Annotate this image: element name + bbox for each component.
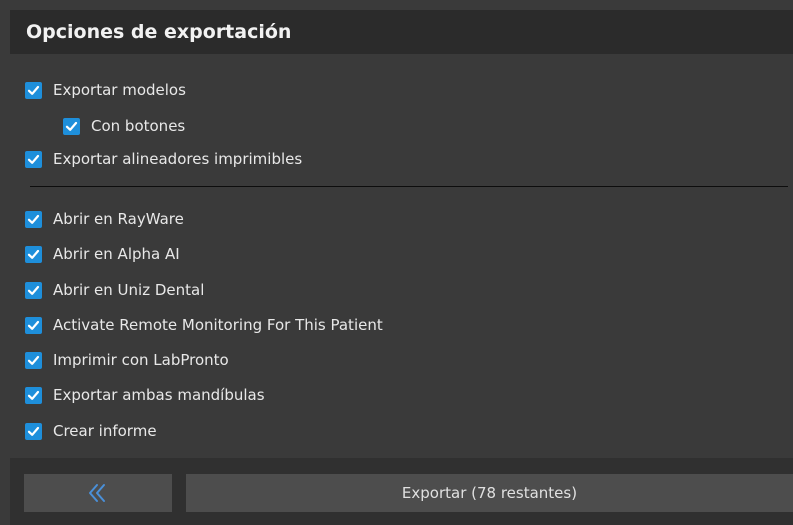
double-chevron-left-icon <box>87 482 109 504</box>
option-label: Exportar modelos <box>53 81 186 99</box>
panel-title: Opciones de exportación <box>26 21 292 43</box>
option-open-alpha-ai[interactable]: Abrir en Alpha AI <box>25 243 180 265</box>
option-label: Abrir en Uniz Dental <box>53 281 205 299</box>
option-label: Imprimir con LabPronto <box>53 351 229 369</box>
option-activate-remote-monitoring[interactable]: Activate Remote Monitoring For This Pati… <box>25 314 383 336</box>
export-button[interactable]: Exportar (78 restantes) <box>186 474 793 512</box>
checkbox-checked-icon[interactable] <box>63 117 80 135</box>
panel-header: Opciones de exportación <box>10 10 793 54</box>
option-with-buttons[interactable]: Con botones <box>63 115 185 137</box>
option-label: Activate Remote Monitoring For This Pati… <box>53 316 383 334</box>
back-button[interactable] <box>24 474 172 512</box>
option-label: Exportar ambas mandíbulas <box>53 386 265 404</box>
option-export-models[interactable]: Exportar modelos <box>25 79 186 101</box>
option-export-printable-aligners[interactable]: Exportar alineadores imprimibles <box>25 148 302 170</box>
checkbox-checked-icon[interactable] <box>25 210 42 228</box>
option-create-report[interactable]: Crear informe <box>25 420 157 442</box>
option-print-labpronto[interactable]: Imprimir con LabPronto <box>25 349 229 371</box>
checkbox-checked-icon[interactable] <box>25 422 42 440</box>
option-export-both-jaws[interactable]: Exportar ambas mandíbulas <box>25 384 265 406</box>
checkbox-checked-icon[interactable] <box>25 81 42 99</box>
option-label: Crear informe <box>53 422 157 440</box>
separator-line <box>30 186 788 187</box>
checkbox-checked-icon[interactable] <box>25 316 42 334</box>
checkbox-checked-icon[interactable] <box>25 245 42 263</box>
checkbox-checked-icon[interactable] <box>25 150 42 168</box>
checkbox-checked-icon[interactable] <box>25 281 42 299</box>
option-label: Exportar alineadores imprimibles <box>53 150 303 168</box>
option-label: Abrir en RayWare <box>53 210 184 228</box>
option-label: Abrir en Alpha AI <box>53 245 180 263</box>
option-label: Con botones <box>91 117 186 135</box>
checkbox-checked-icon[interactable] <box>25 386 42 404</box>
export-options-panel: Opciones de exportación Exportar modelos… <box>0 0 793 525</box>
option-open-rayware[interactable]: Abrir en RayWare <box>25 208 184 230</box>
option-open-uniz-dental[interactable]: Abrir en Uniz Dental <box>25 279 204 301</box>
checkbox-checked-icon[interactable] <box>25 351 42 369</box>
export-button-label: Exportar (78 restantes) <box>401 484 578 502</box>
